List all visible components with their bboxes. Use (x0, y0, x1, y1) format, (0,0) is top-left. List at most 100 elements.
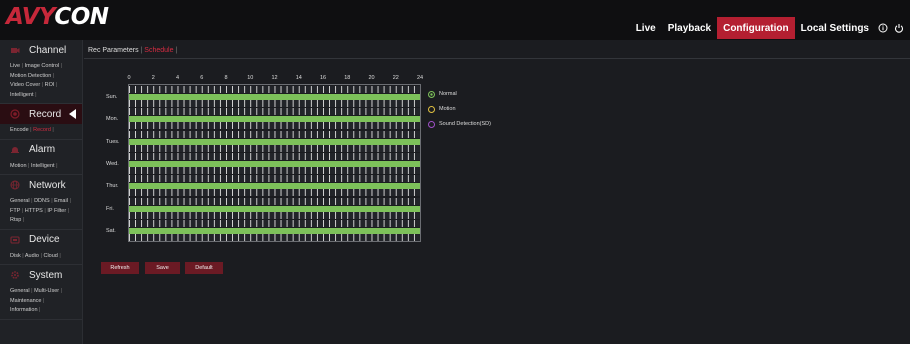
sublink-ftp[interactable]: FTP (10, 208, 20, 214)
sublink-email[interactable]: Email (54, 198, 68, 204)
main-panel: Rec Parameters | Schedule | Normal Motion… (84, 40, 910, 344)
schedule-cells-row[interactable] (129, 189, 420, 197)
legend-item[interactable]: Normal (428, 89, 491, 99)
day-label: Tues. (106, 138, 120, 145)
radio-icon[interactable] (428, 120, 435, 128)
nav-live[interactable]: Live (630, 17, 662, 39)
day-label: Thur. (106, 183, 119, 190)
day-label: Sun. (106, 94, 118, 100)
hour-label: 12 (271, 75, 278, 81)
hour-label: 4 (175, 75, 180, 81)
sublink-encode[interactable]: Encode (10, 127, 29, 133)
sublink-general[interactable]: General (10, 288, 30, 294)
radio-icon[interactable] (428, 90, 435, 98)
sublink-https[interactable]: HTTPS (25, 208, 43, 214)
sidebar-sub-links: Encode | Record | (10, 127, 54, 133)
nav-playback[interactable]: Playback (662, 17, 717, 39)
sublink-ddns[interactable]: DDNS (34, 198, 50, 204)
sidebar-sub-links: General | Multi-User | Maintenance | Inf… (10, 288, 63, 313)
schedule-cells-row[interactable] (129, 152, 420, 160)
hour-label: 16 (319, 75, 327, 81)
default-button[interactable]: Default (185, 262, 223, 274)
schedule-cells-row[interactable] (129, 166, 420, 174)
schedule-cells-row[interactable] (129, 233, 420, 241)
hour-label: 2 (151, 75, 155, 81)
schedule-cells-row[interactable] (129, 130, 420, 138)
sidebar-section-record: Record Encode | Record | (0, 104, 82, 140)
sidebar-item-system[interactable]: System (0, 265, 82, 285)
sidebar-sub-links: Disk | Audio | Cloud | (10, 252, 61, 259)
top-bar: AVYCON Live Playback Configuration Local… (0, 0, 910, 40)
legend: Normal Motion Sound Detection(SD) (428, 89, 491, 134)
day-label: Fri. (106, 205, 114, 212)
brand-logo: AVYCON (6, 4, 109, 30)
hour-label: 14 (295, 75, 302, 81)
sidebar-item-record[interactable]: Record (0, 104, 82, 124)
sublink-live[interactable]: Live (10, 63, 20, 69)
nav-local-settings[interactable]: Local Settings (795, 17, 875, 39)
sublink-general[interactable]: General (10, 198, 30, 204)
info-icon[interactable] (875, 17, 891, 39)
legend-label: Normal (439, 91, 457, 97)
hour-label: 0 (127, 75, 131, 81)
sublink-roi[interactable]: ROI (45, 82, 55, 88)
sublink-ip-filter[interactable]: IP Filter (47, 208, 66, 214)
schedule-cells-row[interactable] (129, 219, 420, 227)
sublink-audio[interactable]: Audio (25, 253, 39, 259)
sublink-motion-detection[interactable]: Motion Detection (10, 73, 51, 79)
schedule-cells-row[interactable] (129, 175, 420, 183)
sublink-maintenance[interactable]: Maintenance (10, 298, 42, 304)
system-icon (11, 271, 19, 279)
sidebar-sub-links: Live | Image Control | Motion Detection … (10, 63, 63, 98)
device-icon (10, 235, 20, 244)
sidebar-item-label: Channel (29, 44, 67, 56)
radio-icon[interactable] (428, 105, 435, 113)
sublink-multi-user[interactable]: Multi-User (34, 288, 59, 294)
sublink-image-control[interactable]: Image Control (25, 63, 60, 69)
schedule-area: Normal Motion Sound Detection(SD) Refresh … (84, 40, 910, 344)
sidebar-item-alarm[interactable]: Alarm (0, 140, 82, 160)
nav-configuration[interactable]: Configuration (717, 17, 795, 39)
sidebar-section-system: System General | Multi-User | Maintenance… (0, 265, 82, 320)
schedule-cells-row[interactable] (129, 86, 420, 93)
day-label: Sat. (106, 227, 116, 234)
sublink-disk[interactable]: Disk (10, 253, 21, 259)
sublink-intelligent[interactable]: Intelligent (31, 163, 55, 169)
sublink-video-cover[interactable]: Video Cover (10, 82, 40, 88)
sidebar: Channel Live | Image Control | Motion Det… (0, 40, 83, 344)
sublink-information[interactable]: Information (10, 307, 38, 313)
camera-icon (11, 48, 20, 53)
schedule-cells-row[interactable] (129, 197, 420, 205)
save-button[interactable]: Save (145, 262, 180, 274)
sidebar-item-device[interactable]: Device (0, 230, 82, 250)
hour-label: 24 (416, 75, 424, 81)
day-label: Mon. (106, 116, 119, 123)
refresh-button[interactable]: Refresh (101, 262, 139, 274)
hour-label: 6 (200, 75, 204, 81)
sublink-motion[interactable]: Motion (10, 163, 27, 169)
sublink-rtsp[interactable]: Rtsp (10, 217, 21, 223)
legend-item[interactable]: Motion (428, 104, 491, 114)
sidebar-section-alarm: Alarm Motion | Intelligent | (0, 140, 82, 175)
sidebar-section-channel: Channel Live | Image Control | Motion Det… (0, 40, 82, 104)
legend-item[interactable]: Sound Detection(SD) (428, 119, 491, 129)
sidebar-item-label: System (29, 269, 63, 281)
sidebar-item-channel[interactable]: Channel (0, 40, 82, 60)
schedule-cells-row[interactable] (129, 108, 420, 116)
legend-label: Motion (439, 106, 456, 112)
sublink-cloud[interactable]: Cloud (43, 253, 57, 259)
sidebar-item-network[interactable]: Network (0, 175, 82, 195)
legend-label: Sound Detection(SD) (439, 121, 491, 127)
schedule-cells-row[interactable] (129, 122, 420, 130)
sidebar-item-label: Network (29, 179, 66, 191)
sidebar-item-label: Record (29, 108, 62, 120)
sublink-intelligent[interactable]: Intelligent (10, 92, 34, 98)
alarm-icon (11, 146, 19, 153)
schedule-grid[interactable] (128, 84, 421, 242)
schedule-cells-row[interactable] (129, 211, 420, 219)
sidebar-item-label: Alarm (29, 144, 56, 155)
power-icon[interactable] (891, 17, 910, 39)
sublink-record[interactable]: Record (33, 127, 51, 133)
schedule-cells-row[interactable] (129, 100, 420, 107)
schedule-cells-row[interactable] (129, 144, 420, 152)
